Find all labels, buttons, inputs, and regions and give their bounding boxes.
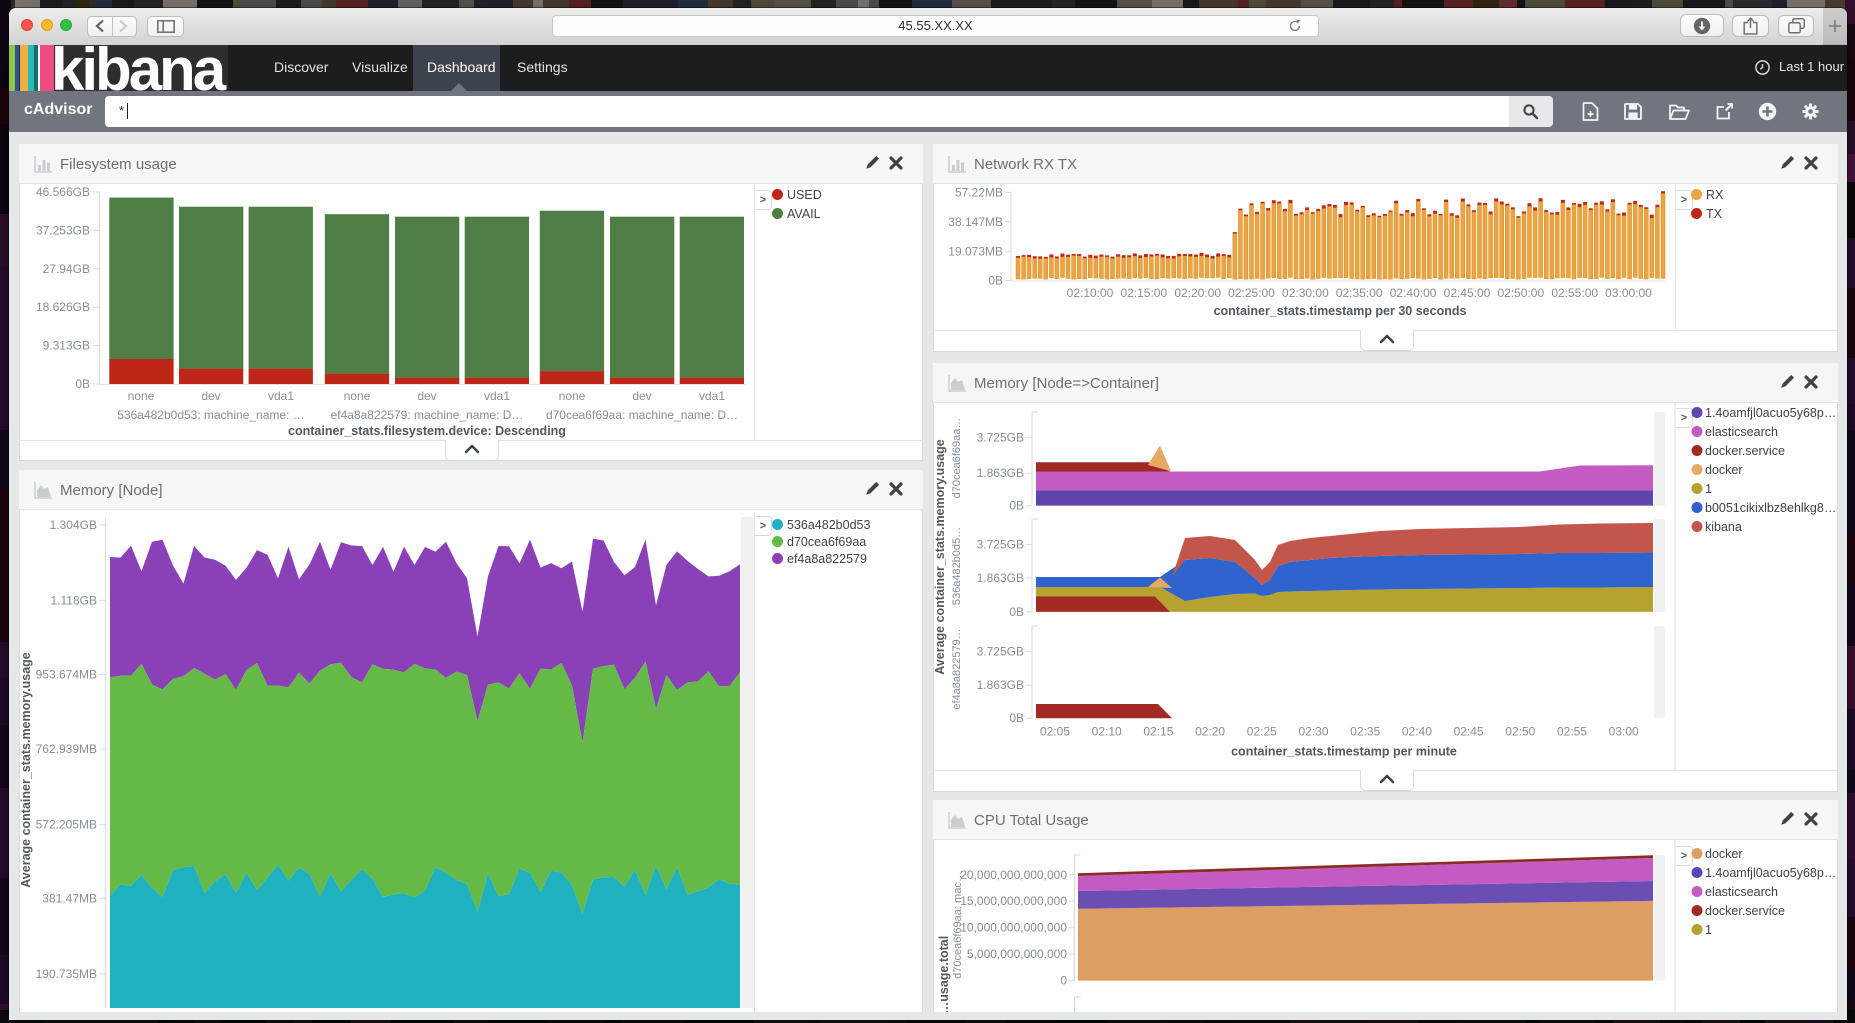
svg-text:1.4oamfjl0acuo5y68p…: 1.4oamfjl0acuo5y68p…: [1705, 866, 1836, 880]
svg-text:docker: docker: [1705, 847, 1743, 861]
svg-text:02:55:00: 02:55:00: [1551, 286, 1598, 300]
svg-text:vda1: vda1: [268, 389, 294, 403]
svg-text:docker.service: docker.service: [1705, 444, 1785, 458]
svg-text:container_stats.timestamp per: container_stats.timestamp per 30 seconds: [1214, 304, 1467, 318]
svg-text:02:20: 02:20: [1195, 725, 1225, 739]
svg-text:572.205MB: 572.205MB: [36, 817, 97, 831]
svg-text:02:50:00: 02:50:00: [1497, 286, 1544, 300]
svg-text:536a482b0d53: machine_name: …: 536a482b0d53: machine_name: …: [117, 408, 304, 422]
svg-text:Average container_stats.memory: Average container_stats.memory.usage: [19, 652, 33, 888]
svg-text:03:00: 03:00: [1609, 725, 1639, 739]
svg-text:02:15: 02:15: [1143, 725, 1173, 739]
svg-text:02:05: 02:05: [1040, 725, 1070, 739]
svg-text:762.939MB: 762.939MB: [36, 742, 97, 756]
svg-text:dev: dev: [417, 389, 436, 403]
svg-text:0B: 0B: [1009, 605, 1024, 619]
svg-text:10,000,000,000,000: 10,000,000,000,000: [960, 921, 1067, 935]
svg-text:ef4a8a822579: machine_name: D…: ef4a8a822579: machine_name: D…: [331, 408, 524, 422]
svg-text:57.22MB: 57.22MB: [955, 185, 1003, 199]
svg-text:02:30:00: 02:30:00: [1282, 286, 1329, 300]
svg-text:536a482b0d5…: 536a482b0d5…: [951, 527, 963, 605]
svg-text:02:40: 02:40: [1402, 725, 1432, 739]
svg-text:38.147MB: 38.147MB: [948, 215, 1003, 229]
svg-text:docker: docker: [1705, 463, 1743, 477]
svg-text:9.313GB: 9.313GB: [43, 339, 90, 353]
svg-text:1: 1: [1705, 482, 1712, 496]
svg-text:19.073MB: 19.073MB: [948, 244, 1003, 258]
svg-text:…usage.total: …usage.total: [937, 936, 951, 1012]
svg-text:1.863GB: 1.863GB: [977, 571, 1024, 585]
svg-text:kibana: kibana: [1705, 520, 1742, 534]
svg-text:02:10: 02:10: [1092, 725, 1122, 739]
svg-text:02:35:00: 02:35:00: [1336, 286, 1383, 300]
svg-text:02:20:00: 02:20:00: [1174, 286, 1221, 300]
svg-text:vda1: vda1: [484, 389, 510, 403]
svg-text:none: none: [344, 389, 371, 403]
svg-text:37.253GB: 37.253GB: [36, 223, 90, 237]
svg-text:02:55: 02:55: [1557, 725, 1587, 739]
svg-text:02:25:00: 02:25:00: [1228, 286, 1275, 300]
svg-text:elasticsearch: elasticsearch: [1705, 885, 1778, 899]
svg-text:02:50: 02:50: [1505, 725, 1535, 739]
svg-text:0: 0: [1060, 974, 1067, 988]
svg-text:b0051cikixlbz8ehlkg8…: b0051cikixlbz8ehlkg8…: [1705, 501, 1836, 515]
svg-text:3.725GB: 3.725GB: [977, 430, 1024, 444]
svg-text:02:10:00: 02:10:00: [1067, 286, 1114, 300]
svg-text:Average container_stats.memory: Average container_stats.memory.usage: [933, 439, 947, 675]
svg-text:46.566GB: 46.566GB: [36, 185, 90, 199]
svg-text:20,000,000,000,000: 20,000,000,000,000: [960, 868, 1067, 882]
svg-text:02:25: 02:25: [1247, 725, 1277, 739]
svg-text:02:40:00: 02:40:00: [1390, 286, 1437, 300]
svg-text:27.94GB: 27.94GB: [43, 262, 90, 276]
svg-text:1.863GB: 1.863GB: [977, 466, 1024, 480]
svg-text:0B: 0B: [75, 377, 90, 391]
svg-text:1.118GB: 1.118GB: [51, 593, 97, 607]
svg-text:1: 1: [1705, 923, 1712, 937]
svg-text:02:35: 02:35: [1350, 725, 1380, 739]
svg-text:02:45:00: 02:45:00: [1444, 286, 1491, 300]
svg-text:elasticsearch: elasticsearch: [1705, 425, 1778, 439]
svg-text:0B: 0B: [1009, 499, 1024, 513]
svg-text:15,000,000,000,000: 15,000,000,000,000: [960, 894, 1067, 908]
svg-text:3.725GB: 3.725GB: [977, 538, 1024, 552]
svg-text:none: none: [559, 389, 586, 403]
svg-text:03:00:00: 03:00:00: [1605, 286, 1652, 300]
svg-text:5,000,000,000,000: 5,000,000,000,000: [967, 947, 1067, 961]
svg-text:0B: 0B: [1009, 711, 1024, 725]
svg-text:none: none: [128, 389, 155, 403]
svg-text:1.304GB: 1.304GB: [50, 518, 97, 532]
svg-text:dev: dev: [201, 389, 220, 403]
svg-text:container_stats.timestamp per: container_stats.timestamp per minute: [1231, 745, 1457, 759]
svg-text:18.626GB: 18.626GB: [36, 300, 90, 314]
svg-text:02:15:00: 02:15:00: [1120, 286, 1167, 300]
svg-text:953.674MB: 953.674MB: [36, 668, 97, 682]
svg-text:3.725GB: 3.725GB: [977, 645, 1024, 659]
svg-text:1.4oamfjl0acuo5y68p…: 1.4oamfjl0acuo5y68p…: [1705, 406, 1836, 420]
svg-text:ef4a8a822579…: ef4a8a822579…: [951, 628, 963, 709]
svg-text:container_stats.filesystem.dev: container_stats.filesystem.device: Desce…: [288, 424, 566, 438]
svg-text:190.735MB: 190.735MB: [36, 967, 97, 981]
svg-text:02:45: 02:45: [1454, 725, 1484, 739]
svg-text:1.863GB: 1.863GB: [977, 678, 1024, 692]
svg-text:381.47MB: 381.47MB: [42, 892, 97, 906]
svg-text:vda1: vda1: [699, 389, 725, 403]
svg-text:d70cea6f69aa…: d70cea6f69aa…: [951, 418, 963, 499]
svg-text:d70cea6f69aa: machine_name: D…: d70cea6f69aa: machine_name: D…: [546, 408, 738, 422]
svg-text:02:30: 02:30: [1298, 725, 1328, 739]
svg-text:docker.service: docker.service: [1705, 904, 1785, 918]
svg-text:dev: dev: [632, 389, 651, 403]
svg-text:0B: 0B: [988, 274, 1003, 288]
